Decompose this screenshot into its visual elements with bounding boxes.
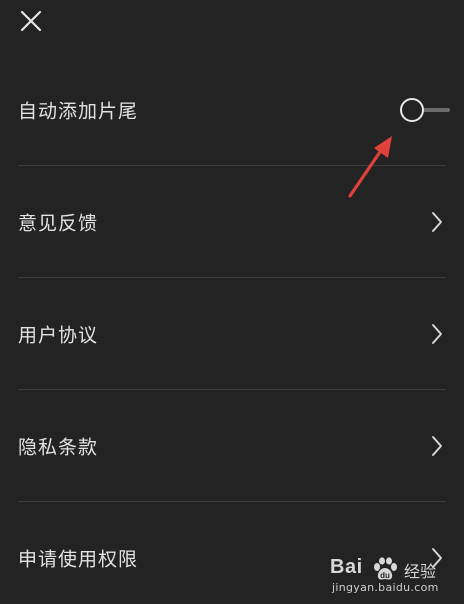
- settings-item-label: 用户协议: [18, 324, 99, 347]
- chevron-right-icon: [428, 546, 446, 570]
- auto-add-ending-toggle[interactable]: [400, 96, 450, 124]
- settings-item-privacy-terms[interactable]: 隐私条款: [0, 390, 464, 502]
- settings-item-permissions[interactable]: 申请使用权限: [0, 502, 464, 604]
- settings-item-user-agreement[interactable]: 用户协议: [0, 278, 464, 390]
- settings-item-label: 隐私条款: [18, 436, 99, 459]
- close-button[interactable]: [14, 4, 48, 38]
- settings-list: 自动添加片尾 意见反馈 用户协议 隐私条款 申请使用权限: [0, 54, 464, 604]
- toggle-knob: [400, 98, 424, 122]
- settings-item-label: 意见反馈: [18, 212, 99, 235]
- chevron-right-icon: [428, 210, 446, 234]
- settings-item-auto-add-ending: 自动添加片尾: [0, 54, 464, 166]
- chevron-right-icon: [428, 322, 446, 346]
- settings-item-label: 申请使用权限: [18, 548, 139, 571]
- chevron-right-icon: [428, 434, 446, 458]
- close-icon: [20, 10, 42, 32]
- settings-item-feedback[interactable]: 意见反馈: [0, 166, 464, 278]
- settings-item-label: 自动添加片尾: [18, 100, 139, 123]
